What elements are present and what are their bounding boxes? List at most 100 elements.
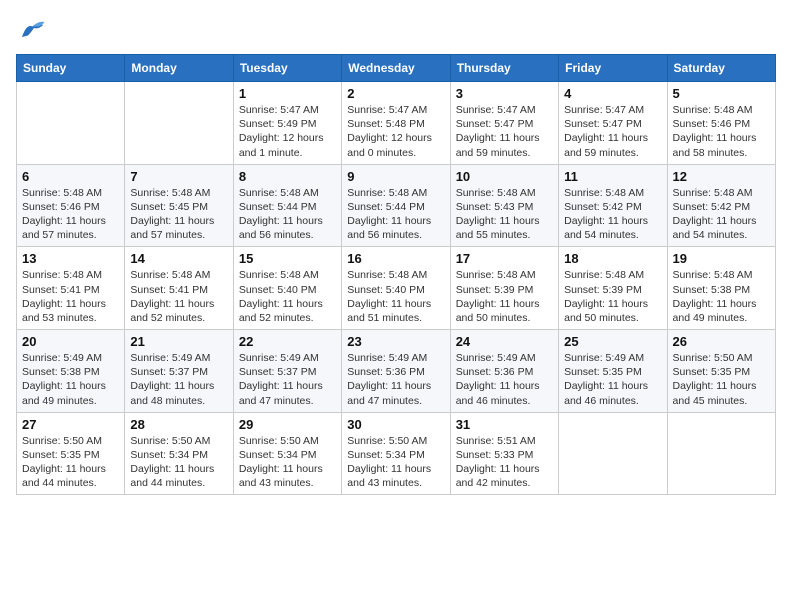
day-number: 23 [347, 334, 444, 349]
day-info: Sunrise: 5:49 AMSunset: 5:36 PMDaylight:… [456, 351, 553, 408]
calendar-cell: 17 Sunrise: 5:48 AMSunset: 5:39 PMDayligh… [450, 247, 558, 330]
day-number: 17 [456, 251, 553, 266]
day-number: 13 [22, 251, 119, 266]
day-number: 27 [22, 417, 119, 432]
day-info: Sunrise: 5:49 AMSunset: 5:35 PMDaylight:… [564, 351, 661, 408]
day-number: 5 [673, 86, 770, 101]
day-info: Sunrise: 5:50 AMSunset: 5:34 PMDaylight:… [347, 434, 444, 491]
calendar-cell [125, 82, 233, 165]
calendar-cell: 26 Sunrise: 5:50 AMSunset: 5:35 PMDayligh… [667, 330, 775, 413]
calendar-cell: 24 Sunrise: 5:49 AMSunset: 5:36 PMDayligh… [450, 330, 558, 413]
day-info: Sunrise: 5:49 AMSunset: 5:37 PMDaylight:… [130, 351, 227, 408]
day-number: 24 [456, 334, 553, 349]
calendar-cell: 11 Sunrise: 5:48 AMSunset: 5:42 PMDayligh… [559, 164, 667, 247]
calendar-cell: 10 Sunrise: 5:48 AMSunset: 5:43 PMDayligh… [450, 164, 558, 247]
day-info: Sunrise: 5:50 AMSunset: 5:35 PMDaylight:… [673, 351, 770, 408]
day-info: Sunrise: 5:48 AMSunset: 5:43 PMDaylight:… [456, 186, 553, 243]
day-number: 21 [130, 334, 227, 349]
calendar-cell: 19 Sunrise: 5:48 AMSunset: 5:38 PMDayligh… [667, 247, 775, 330]
day-info: Sunrise: 5:47 AMSunset: 5:47 PMDaylight:… [564, 103, 661, 160]
weekday-header: Wednesday [342, 55, 450, 82]
calendar-cell: 6 Sunrise: 5:48 AMSunset: 5:46 PMDaylight… [17, 164, 125, 247]
calendar-cell: 14Sunrise: 5:48 AMSunset: 5:41 PMDayligh… [125, 247, 233, 330]
calendar-table: SundayMondayTuesdayWednesdayThursdayFrid… [16, 54, 776, 495]
day-number: 28 [130, 417, 227, 432]
day-info: Sunrise: 5:48 AMSunset: 5:45 PMDaylight:… [130, 186, 227, 243]
day-info: Sunrise: 5:48 AMSunset: 5:46 PMDaylight:… [22, 186, 119, 243]
day-info: Sunrise: 5:49 AMSunset: 5:37 PMDaylight:… [239, 351, 336, 408]
day-number: 1 [239, 86, 336, 101]
day-number: 26 [673, 334, 770, 349]
weekday-header: Monday [125, 55, 233, 82]
day-number: 20 [22, 334, 119, 349]
day-info: Sunrise: 5:48 AMSunset: 5:39 PMDaylight:… [456, 268, 553, 325]
day-info: Sunrise: 5:48 AMSunset: 5:42 PMDaylight:… [564, 186, 661, 243]
day-number: 7 [130, 169, 227, 184]
weekday-header: Tuesday [233, 55, 341, 82]
calendar-cell: 8Sunrise: 5:48 AMSunset: 5:44 PMDaylight… [233, 164, 341, 247]
calendar-cell [667, 412, 775, 495]
day-number: 12 [673, 169, 770, 184]
day-info: Sunrise: 5:49 AMSunset: 5:36 PMDaylight:… [347, 351, 444, 408]
day-info: Sunrise: 5:50 AMSunset: 5:34 PMDaylight:… [239, 434, 336, 491]
calendar-cell: 5 Sunrise: 5:48 AMSunset: 5:46 PMDaylight… [667, 82, 775, 165]
calendar-cell: 1 Sunrise: 5:47 AMSunset: 5:49 PMDaylight… [233, 82, 341, 165]
page-header [16, 16, 776, 46]
calendar-cell [559, 412, 667, 495]
day-number: 19 [673, 251, 770, 266]
day-number: 10 [456, 169, 553, 184]
day-number: 29 [239, 417, 336, 432]
day-number: 31 [456, 417, 553, 432]
calendar-cell: 29 Sunrise: 5:50 AMSunset: 5:34 PMDayligh… [233, 412, 341, 495]
day-info: Sunrise: 5:47 AMSunset: 5:49 PMDaylight:… [239, 103, 336, 160]
day-info: Sunrise: 5:48 AMSunset: 5:42 PMDaylight:… [673, 186, 770, 243]
calendar-cell: 13 Sunrise: 5:48 AMSunset: 5:41 PMDayligh… [17, 247, 125, 330]
weekday-header: Thursday [450, 55, 558, 82]
day-number: 6 [22, 169, 119, 184]
day-number: 3 [456, 86, 553, 101]
calendar-cell: 21 Sunrise: 5:49 AMSunset: 5:37 PMDayligh… [125, 330, 233, 413]
day-info: Sunrise: 5:50 AMSunset: 5:34 PMDaylight:… [130, 434, 227, 491]
day-info: Sunrise: 5:48 AMSunset: 5:38 PMDaylight:… [673, 268, 770, 325]
calendar-cell: 25Sunrise: 5:49 AMSunset: 5:35 PMDayligh… [559, 330, 667, 413]
day-number: 18 [564, 251, 661, 266]
calendar-cell: 3Sunrise: 5:47 AMSunset: 5:47 PMDaylight… [450, 82, 558, 165]
calendar-cell: 31 Sunrise: 5:51 AMSunset: 5:33 PMDayligh… [450, 412, 558, 495]
weekday-header: Saturday [667, 55, 775, 82]
calendar-cell: 2 Sunrise: 5:47 AMSunset: 5:48 PMDaylight… [342, 82, 450, 165]
day-info: Sunrise: 5:48 AMSunset: 5:46 PMDaylight:… [673, 103, 770, 160]
day-number: 22 [239, 334, 336, 349]
day-number: 11 [564, 169, 661, 184]
day-number: 16 [347, 251, 444, 266]
day-number: 2 [347, 86, 444, 101]
day-number: 9 [347, 169, 444, 184]
calendar-cell: 7 Sunrise: 5:48 AMSunset: 5:45 PMDaylight… [125, 164, 233, 247]
day-info: Sunrise: 5:48 AMSunset: 5:40 PMDaylight:… [347, 268, 444, 325]
calendar-cell: 30 Sunrise: 5:50 AMSunset: 5:34 PMDayligh… [342, 412, 450, 495]
day-number: 8 [239, 169, 336, 184]
day-number: 30 [347, 417, 444, 432]
day-info: Sunrise: 5:48 AMSunset: 5:41 PMDaylight:… [22, 268, 119, 325]
logo [16, 16, 50, 46]
day-info: Sunrise: 5:48 AMSunset: 5:44 PMDaylight:… [347, 186, 444, 243]
calendar-cell: 4 Sunrise: 5:47 AMSunset: 5:47 PMDaylight… [559, 82, 667, 165]
calendar-cell: 12 Sunrise: 5:48 AMSunset: 5:42 PMDayligh… [667, 164, 775, 247]
day-info: Sunrise: 5:48 AMSunset: 5:40 PMDaylight:… [239, 268, 336, 325]
day-number: 15 [239, 251, 336, 266]
calendar-cell: 22 Sunrise: 5:49 AMSunset: 5:37 PMDayligh… [233, 330, 341, 413]
day-number: 4 [564, 86, 661, 101]
calendar-cell: 28 Sunrise: 5:50 AMSunset: 5:34 PMDayligh… [125, 412, 233, 495]
calendar-cell: 27 Sunrise: 5:50 AMSunset: 5:35 PMDayligh… [17, 412, 125, 495]
day-info: Sunrise: 5:47 AMSunset: 5:48 PMDaylight:… [347, 103, 444, 160]
logo-icon [16, 16, 46, 46]
calendar-cell: 16 Sunrise: 5:48 AMSunset: 5:40 PMDayligh… [342, 247, 450, 330]
calendar-cell: 23 Sunrise: 5:49 AMSunset: 5:36 PMDayligh… [342, 330, 450, 413]
day-info: Sunrise: 5:48 AMSunset: 5:41 PMDaylight:… [130, 268, 227, 325]
calendar-cell [17, 82, 125, 165]
calendar-cell: 15 Sunrise: 5:48 AMSunset: 5:40 PMDayligh… [233, 247, 341, 330]
calendar-cell: 20 Sunrise: 5:49 AMSunset: 5:38 PMDayligh… [17, 330, 125, 413]
day-info: Sunrise: 5:48 AMSunset: 5:39 PMDaylight:… [564, 268, 661, 325]
day-info: Sunrise: 5:50 AMSunset: 5:35 PMDaylight:… [22, 434, 119, 491]
day-info: Sunrise: 5:51 AMSunset: 5:33 PMDaylight:… [456, 434, 553, 491]
day-info: Sunrise: 5:49 AMSunset: 5:38 PMDaylight:… [22, 351, 119, 408]
